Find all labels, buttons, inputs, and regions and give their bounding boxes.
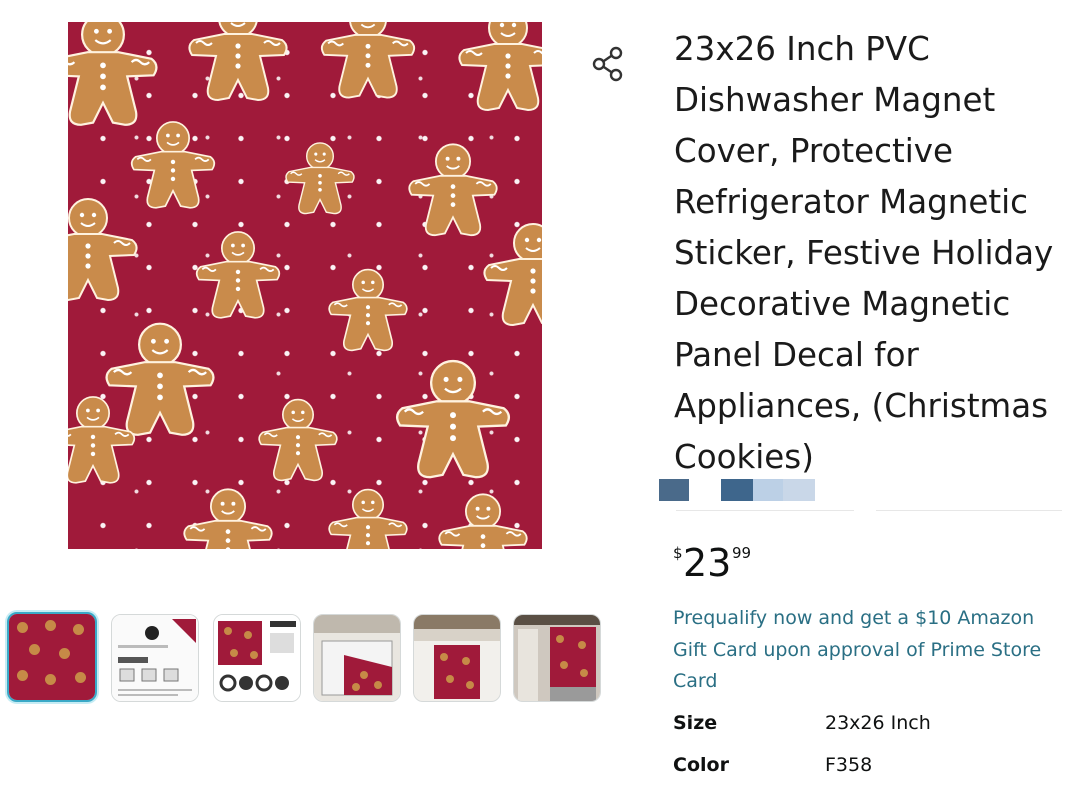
spec-value: F358 <box>825 754 873 776</box>
spec-value: 23x26 Inch <box>825 712 931 734</box>
thumbnail-pattern[interactable] <box>7 612 97 702</box>
price-whole: 23 <box>683 541 732 585</box>
thumbnail-image <box>9 614 95 700</box>
swatch-block <box>659 479 689 501</box>
thumbnail-image <box>514 615 600 701</box>
price-currency: $ <box>673 544 683 562</box>
divider <box>676 510 854 511</box>
swatch-block <box>721 479 753 501</box>
thumbnail-image <box>214 615 300 701</box>
swatch-block <box>753 479 783 501</box>
thumbnail-refrigerator[interactable] <box>513 614 601 702</box>
thumbnail-image <box>112 615 198 701</box>
prime-card-promo-link[interactable]: Prequalify now and get a $10 Amazon Gift… <box>673 603 1068 698</box>
share-icon <box>592 46 623 82</box>
thumbnail-strip <box>7 612 607 708</box>
thumbnail-infographic[interactable] <box>111 614 199 702</box>
swatch-block <box>783 479 815 501</box>
thumbnail-image <box>314 615 400 701</box>
thumbnail-image <box>414 615 500 701</box>
thumbnail-size-chart[interactable] <box>213 614 301 702</box>
thumbnail-dishwasher-open[interactable] <box>313 614 401 702</box>
share-button[interactable] <box>588 44 628 84</box>
product-title: 23x26 Inch PVC Dishwasher Magnet Cover, … <box>674 30 1054 476</box>
price-fraction: 99 <box>732 544 752 562</box>
spec-label: Size <box>673 712 718 734</box>
divider <box>876 510 1062 511</box>
spec-label: Color <box>673 754 729 776</box>
thumbnail-dishwasher-kitchen[interactable] <box>413 614 501 702</box>
main-product-image[interactable] <box>68 22 542 549</box>
gingerbread-pattern-image <box>68 22 542 549</box>
